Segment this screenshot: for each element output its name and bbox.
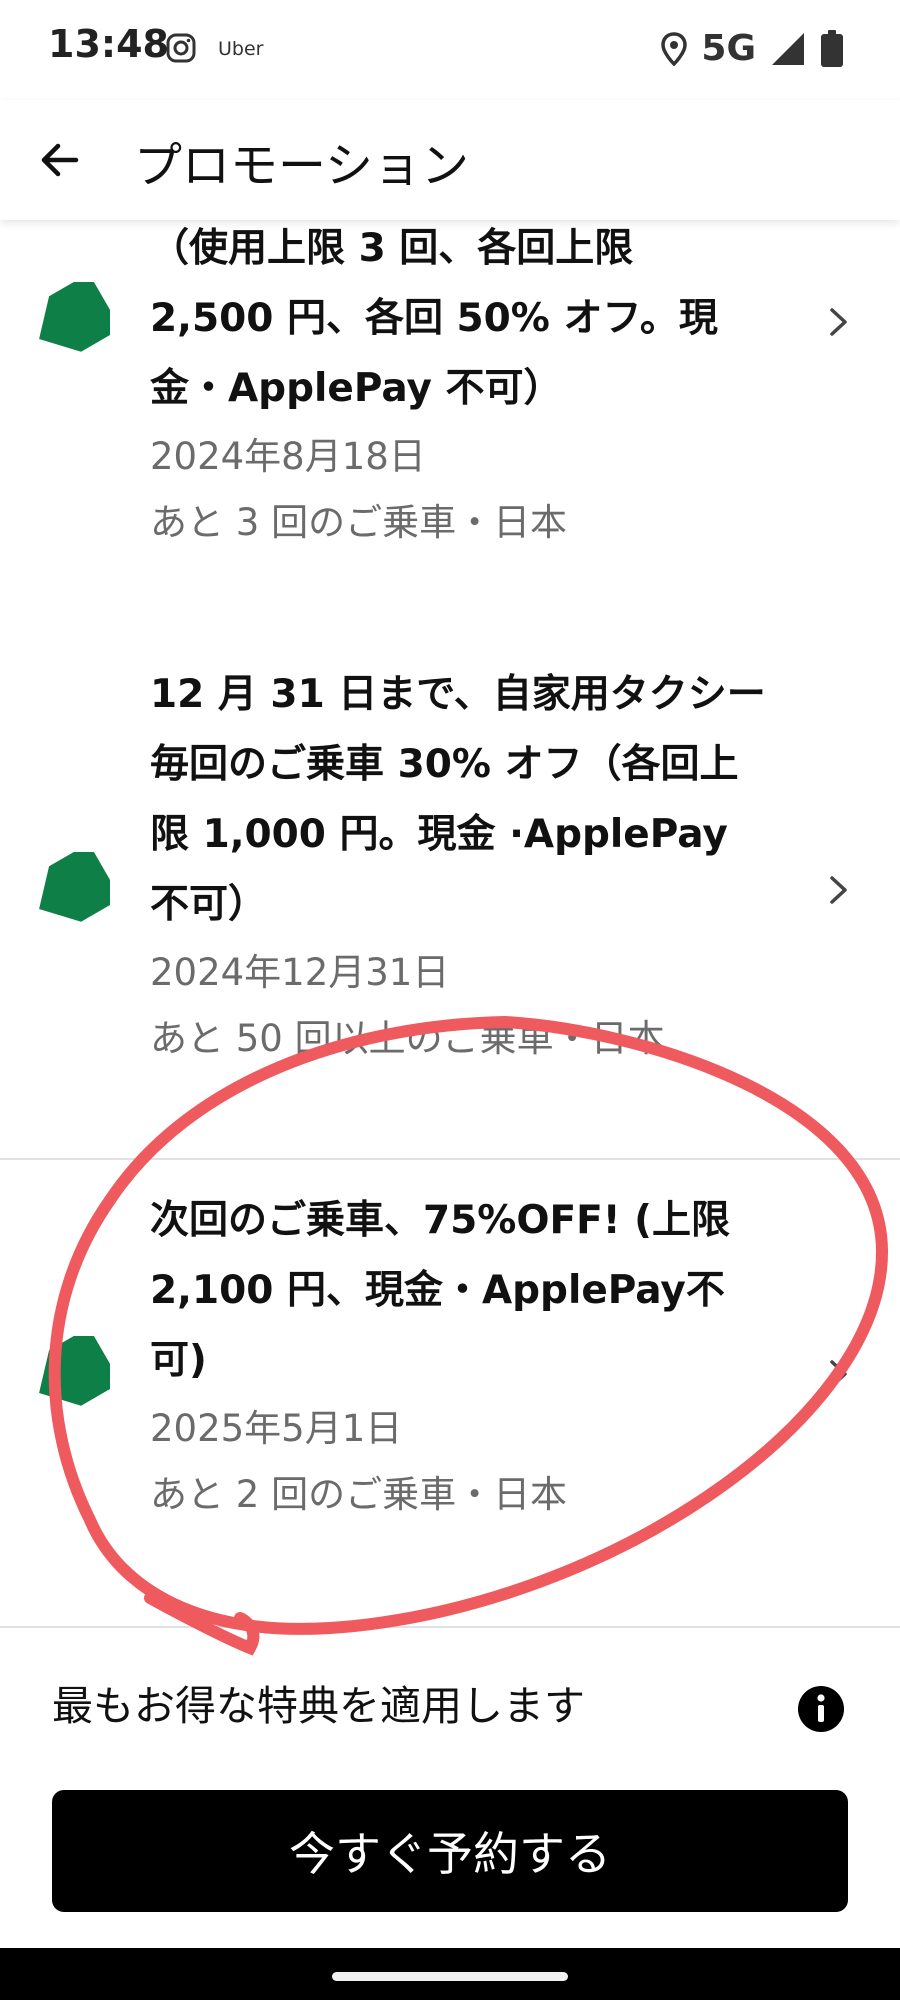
promotion-rides-remaining: あと 3 回のご乗車・日本 [150,501,568,544]
divider [0,1158,900,1160]
instagram-icon [166,33,196,63]
app-bar: プロモーション [0,100,900,220]
tag-icon [39,282,110,352]
chevron-right-icon [830,876,847,904]
status-time: 13:48 [48,22,169,66]
location-pin-icon [661,31,688,66]
status-bar: 13:48 Uber 5G [0,0,900,100]
promotion-item-highlighted[interactable]: 次回のご乗車、75%OFF! (上限 2,100 円、現金・ApplePay不可… [0,1186,900,1546]
promotion-expiry-date: 2025年5月1日 [150,1407,403,1450]
promotion-expiry-date: 2024年12月31日 [150,951,450,994]
book-now-button[interactable]: 今すぐ予約する [52,1790,848,1912]
network-type: 5G [701,28,756,69]
chevron-right-icon [830,1360,847,1388]
promotion-expiry-date: 2024年8月18日 [150,435,426,478]
page-title: プロモーション [134,138,470,194]
home-gesture-handle[interactable] [332,1972,568,1981]
status-indicators: 5G [661,28,844,69]
info-icon[interactable] [797,1685,845,1733]
promotion-rides-remaining: あと 2 回のご乗車・日本 [150,1473,568,1516]
promotion-rides-remaining: あと 50 回以上のご乗車・日本 [150,1017,665,1060]
tag-icon [39,1336,110,1406]
best-offer-label: 最もお得な特典を適用します [52,1682,585,1730]
promotion-title: 次回のご乗車、75%OFF! (上限 2,100 円、現金・ApplePay不可… [150,1198,730,1383]
arrow-left-icon[interactable] [36,134,88,186]
promotion-title: 12 月 31 日まで、自家用タクシー毎回のご乗車 30% オフ（各回上限 1,… [150,672,766,927]
promotion-title: （使用上限 3 回、各回上限 2,500 円、各回 50% オフ。現金・Appl… [150,226,718,411]
promotion-list: （使用上限 3 回、各回上限 2,500 円、各回 50% オフ。現金・Appl… [0,220,900,1630]
chevron-right-icon [830,308,847,336]
system-navigation-bar [0,1948,900,2000]
promotion-item[interactable]: 12 月 31 日まで、自家用タクシー毎回のご乗車 30% オフ（各回上限 1,… [0,660,900,1130]
battery-icon [821,29,843,67]
status-app-label: Uber [218,38,264,60]
signal-icon [772,32,804,65]
divider [0,1626,900,1628]
tag-icon [39,852,110,922]
promotion-item[interactable]: （使用上限 3 回、各回上限 2,500 円、各回 50% オフ。現金・Appl… [0,220,900,600]
